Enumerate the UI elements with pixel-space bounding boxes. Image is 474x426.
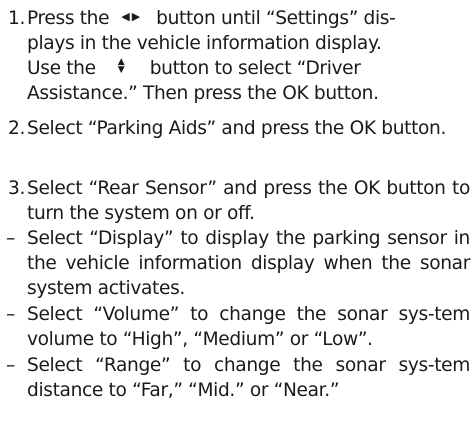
step-1-text-e: button to select “Driver bbox=[149, 58, 361, 79]
bullet-range-text: Select “Range” to change the sonar sys-t… bbox=[27, 355, 470, 401]
step-1: 1. Press the ◀▶ button until “Settings” di… bbox=[0, 6, 474, 106]
down-arrow-icon: ▼ bbox=[117, 64, 125, 75]
step-3-number: 3. bbox=[8, 178, 26, 199]
right-arrow-icon: ▶ bbox=[131, 10, 143, 23]
step-1-text-f: Assistance.” Then press the OK button. bbox=[27, 83, 379, 104]
bullet-volume: – Select “Volume” to change the sonar sy… bbox=[0, 302, 474, 352]
bullet-marker: – bbox=[6, 355, 15, 376]
bullet-range: – Select “Range” to change the sonar sys… bbox=[0, 353, 474, 403]
step-1-text-c: plays in the vehicle information display… bbox=[27, 33, 382, 54]
step-3: 3. Select “Rear Sensor” and press the OK… bbox=[0, 176, 474, 226]
bullet-display: – Select “Display” to display the parkin… bbox=[0, 226, 474, 301]
bullet-marker: – bbox=[6, 228, 15, 249]
step-3-text: Select “Rear Sensor” and press the OK bu… bbox=[27, 178, 470, 224]
bullet-volume-text: Select “Volume” to change the sonar sys-… bbox=[27, 304, 470, 350]
left-arrow-icon: ◀ bbox=[121, 10, 132, 23]
step-1-text-b: button until “Settings” dis- bbox=[156, 8, 396, 29]
step-2: 2. Select “Parking Aids” and press the O… bbox=[0, 116, 474, 141]
step-1-text-a: Press the bbox=[27, 8, 110, 29]
step-2-text: Select “Parking Aids” and press the OK b… bbox=[27, 118, 447, 139]
step-1-number: 1. bbox=[8, 8, 26, 29]
left-right-arrow-button-icon: ◀▶ bbox=[121, 4, 142, 29]
bullet-marker: – bbox=[6, 304, 15, 325]
instruction-page: 1. Press the ◀▶ button until “Settings” di… bbox=[0, 0, 474, 426]
step-1-text-d: Use the bbox=[27, 58, 96, 79]
bullet-display-text: Select “Display” to display the parking … bbox=[27, 228, 470, 299]
step-2-number: 2. bbox=[8, 118, 26, 139]
up-down-arrow-button-icon: ▲ ▼ bbox=[117, 57, 128, 75]
step-1-text: Press the ◀▶ button until “Settings” dis- … bbox=[27, 6, 470, 106]
